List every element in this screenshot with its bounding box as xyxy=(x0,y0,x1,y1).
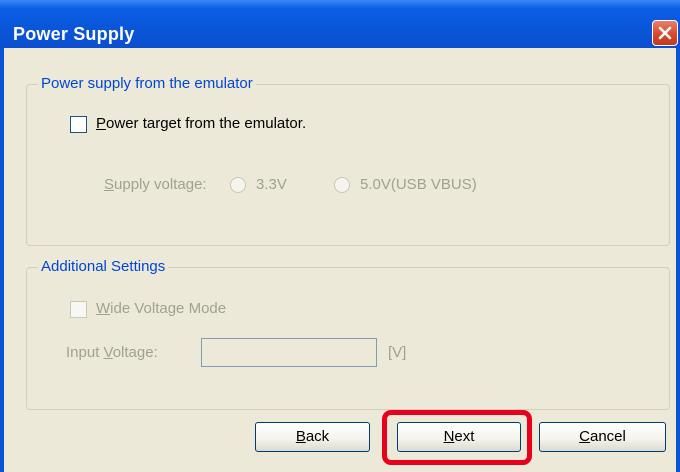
cancel-button[interactable]: Cancel xyxy=(539,422,666,452)
power-supply-group: Power supply from the emulator Power tar… xyxy=(26,75,670,246)
wide-voltage-checkbox[interactable] xyxy=(70,301,87,318)
radio-5-0v[interactable] xyxy=(334,177,350,193)
close-icon xyxy=(658,26,672,40)
additional-settings-group: Additional Settings Wide Voltage Mode In… xyxy=(26,258,670,410)
power-target-checkbox[interactable] xyxy=(70,116,87,133)
dialog-window: Power Supply Power supply from the emula… xyxy=(0,0,680,472)
back-button-label: Back xyxy=(295,428,330,445)
power-target-label[interactable]: Power target from the emulator. xyxy=(96,115,306,132)
radio-3-3v[interactable] xyxy=(230,177,246,193)
additional-settings-group-label: Additional Settings xyxy=(38,258,169,275)
next-button-highlight xyxy=(382,410,532,465)
input-voltage-label: Input Voltage: xyxy=(66,344,158,361)
radio-5-0v-label: 5.0V(USB VBUS) xyxy=(360,176,477,193)
dialog-title: Power Supply xyxy=(13,24,135,44)
dialog-body: Power supply from the emulator Power tar… xyxy=(4,48,676,472)
cancel-button-label: Cancel xyxy=(579,428,626,445)
wide-voltage-label: Wide Voltage Mode xyxy=(96,300,227,317)
close-button[interactable] xyxy=(652,20,678,46)
supply-voltage-label: Supply voltage: xyxy=(104,176,207,193)
power-supply-group-label: Power supply from the emulator xyxy=(38,75,256,92)
power-target-label-rest: ower target from the emulator. xyxy=(106,115,307,132)
input-voltage-field[interactable] xyxy=(201,338,377,367)
title-bar[interactable]: Power Supply xyxy=(0,0,680,48)
back-button[interactable]: Back xyxy=(255,422,370,452)
radio-3-3v-label: 3.3V xyxy=(256,176,287,193)
voltage-unit-label: [V] xyxy=(388,344,407,361)
